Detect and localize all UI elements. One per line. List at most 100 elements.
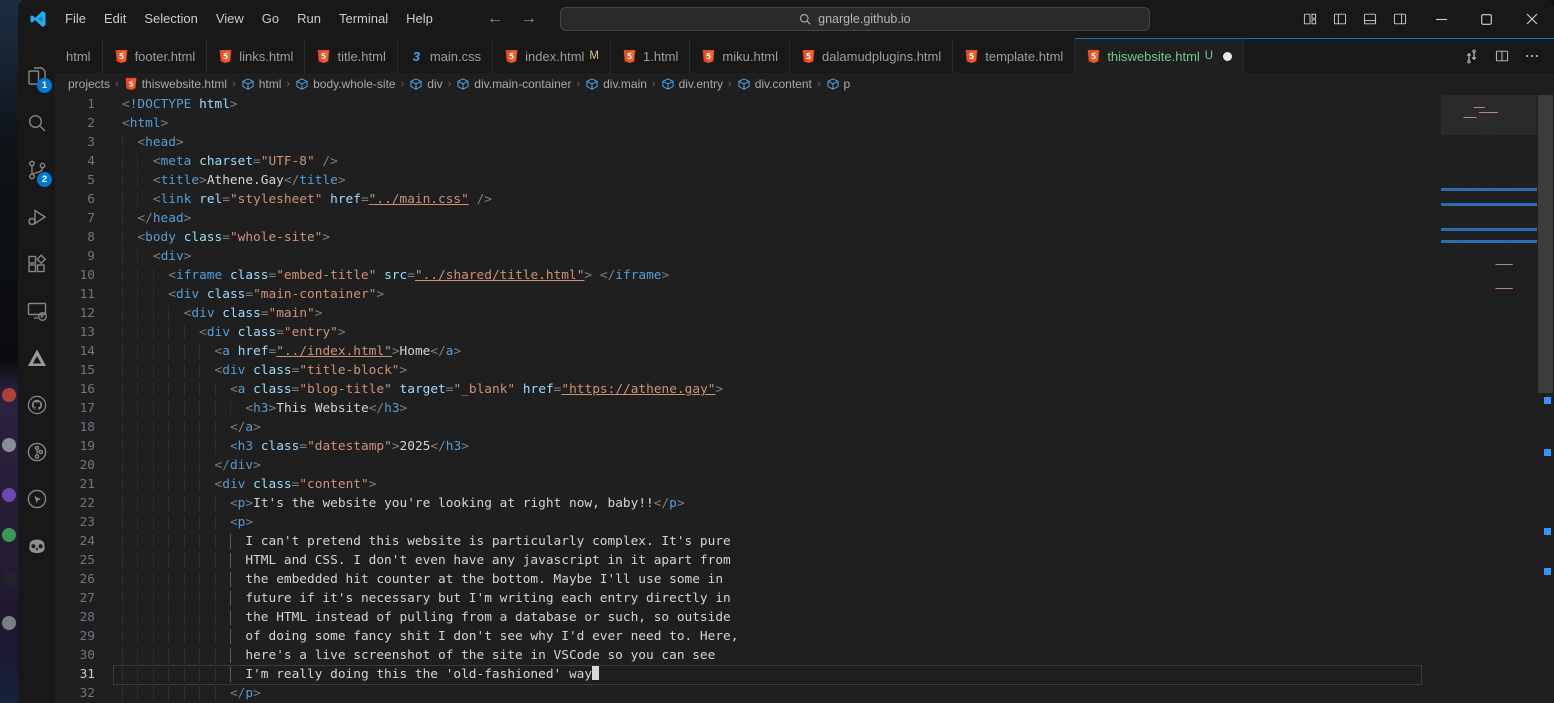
titlebar: FileEditSelectionViewGoRunTerminalHelp ←… [18, 0, 1554, 38]
minimap-highlight [1441, 228, 1537, 231]
code-line-22: 22 <p>It's the website you're looking at… [55, 494, 1554, 513]
code-line-26: 26 the embedded hit counter at the botto… [55, 570, 1554, 589]
breadcrumb-item[interactable]: body.whole-site [295, 77, 396, 91]
scrollbar-thumb[interactable] [1538, 95, 1553, 393]
menu-edit[interactable]: Edit [95, 0, 135, 38]
code-line-24: 24 I can't pretend this website is parti… [55, 532, 1554, 551]
line-number: 15 [55, 361, 95, 380]
activity-gitlens-icon[interactable] [18, 475, 55, 522]
breadcrumb-item[interactable]: div.main-container [456, 77, 571, 91]
activity-badge: 1 [37, 78, 52, 93]
activity-extension-logo-icon[interactable] [18, 334, 55, 381]
line-number: 6 [55, 190, 95, 209]
activity-run-debug-icon[interactable] [18, 193, 55, 240]
code-line-31: 31 I'm really doing this the 'old-fashio… [55, 665, 1554, 684]
vscode-window: FileEditSelectionViewGoRunTerminalHelp ←… [18, 0, 1554, 703]
git-status-badge: M [589, 50, 599, 62]
activity-github-icon[interactable] [18, 381, 55, 428]
text-cursor [592, 665, 599, 680]
menu-view[interactable]: View [207, 0, 253, 38]
breadcrumb-item[interactable]: div.entry [661, 77, 723, 91]
line-number: 7 [55, 209, 95, 228]
breadcrumb-item[interactable]: div.main [585, 77, 647, 91]
activity-explorer-icon[interactable]: 1 [18, 52, 55, 99]
tab-template.html[interactable]: 5template.html [953, 38, 1075, 73]
tab-footer.html[interactable]: 5footer.html [103, 38, 208, 73]
tab-main.css[interactable]: 3main.css [398, 38, 493, 73]
tab-html[interactable]: html [55, 38, 103, 73]
breadcrumb-item[interactable]: 5thiswebsite.html [124, 77, 227, 91]
menu-go[interactable]: Go [253, 0, 288, 38]
tab-title.html[interactable]: 5title.html [305, 38, 397, 73]
minimize-button[interactable] [1419, 0, 1464, 38]
code-line-7: 7 </head> [55, 209, 1554, 228]
nav-forward-button[interactable]: → [512, 10, 546, 28]
symbol-icon [737, 77, 751, 91]
html-file-icon: 5 [622, 49, 637, 64]
toggle-primary-sidebar-icon[interactable] [1327, 6, 1353, 32]
chevron-right-icon: › [281, 78, 295, 90]
minimap[interactable]: <!DOCTYPE html><html> <head> <meta chars… [1441, 95, 1537, 703]
code-line-25: 25 HTML and CSS. I don't even have any j… [55, 551, 1554, 570]
svg-text:5: 5 [806, 52, 811, 61]
tab-links.html[interactable]: 5links.html [207, 38, 305, 73]
line-number: 21 [55, 475, 95, 494]
command-center-search[interactable]: gnargle.github.io [560, 7, 1150, 31]
menu-selection[interactable]: Selection [135, 0, 206, 38]
desktop-icon [2, 388, 16, 402]
desktop-icon [2, 572, 16, 586]
vertical-scrollbar[interactable] [1537, 95, 1554, 703]
split-editor-icon[interactable] [1494, 48, 1510, 64]
nav-back-button[interactable]: ← [478, 10, 512, 28]
chevron-right-icon: › [227, 78, 241, 90]
breadcrumb-item[interactable]: p [826, 77, 851, 91]
activity-remote-explorer-icon[interactable] [18, 287, 55, 334]
open-changes-icon[interactable] [1463, 48, 1480, 65]
breadcrumb-item[interactable]: div [409, 77, 442, 91]
activity-git-extension-icon[interactable] [18, 428, 55, 475]
breadcrumb-item[interactable]: projects [68, 77, 110, 91]
breadcrumb-item[interactable]: div.content [737, 77, 812, 91]
tab-1.html[interactable]: 51.html [611, 38, 690, 73]
html-file-icon: 5 [218, 49, 233, 64]
tab-miku.html[interactable]: 5miku.html [690, 38, 790, 73]
code-editor[interactable]: 1<!DOCTYPE html>2<html>3 <head>4 <meta c… [55, 95, 1554, 703]
menu-run[interactable]: Run [288, 0, 330, 38]
symbol-icon [661, 77, 675, 91]
customize-layout-icon[interactable] [1297, 6, 1323, 32]
command-center-label: gnargle.github.io [818, 12, 910, 26]
line-number: 23 [55, 513, 95, 532]
tab-thiswebsite.html[interactable]: 5thiswebsite.htmlU [1075, 38, 1244, 73]
line-number: 28 [55, 608, 95, 627]
code-line-15: 15 <div class="title-block"> [55, 361, 1554, 380]
chevron-right-icon: › [723, 78, 737, 90]
toggle-panel-icon[interactable] [1357, 6, 1383, 32]
minimap-highlight [1441, 240, 1537, 243]
svg-text:5: 5 [118, 52, 123, 61]
line-number: 3 [55, 133, 95, 152]
toggle-secondary-sidebar-icon[interactable] [1387, 6, 1413, 32]
menu-file[interactable]: File [56, 0, 95, 38]
chevron-right-icon: › [396, 78, 410, 90]
html-file-icon: 5 [114, 49, 129, 64]
symbol-icon [241, 77, 255, 91]
window-controls [1419, 0, 1554, 38]
breadcrumb-item[interactable]: html [241, 77, 282, 91]
menu-terminal[interactable]: Terminal [330, 0, 397, 38]
activity-source-control-icon[interactable]: 2 [18, 146, 55, 193]
close-button[interactable] [1509, 0, 1554, 38]
unsaved-dot [1223, 52, 1232, 61]
menu-help[interactable]: Help [397, 0, 442, 38]
svg-text:5: 5 [509, 52, 514, 61]
git-status-badge: U [1205, 50, 1213, 62]
tab-dalamudplugins.html[interactable]: 5dalamudplugins.html [790, 38, 953, 73]
overview-ruler-mark [1544, 449, 1551, 456]
activity-search-icon[interactable] [18, 99, 55, 146]
code-line-29: 29 of doing some fancy shit I don't see … [55, 627, 1554, 646]
activity-godot-tools-icon[interactable] [18, 522, 55, 569]
chevron-right-icon: › [443, 78, 457, 90]
maximize-button[interactable] [1464, 0, 1509, 38]
activity-extensions-icon[interactable] [18, 240, 55, 287]
more-actions-icon[interactable] [1524, 48, 1540, 64]
tab-index.html[interactable]: 5index.htmlM [493, 38, 611, 73]
